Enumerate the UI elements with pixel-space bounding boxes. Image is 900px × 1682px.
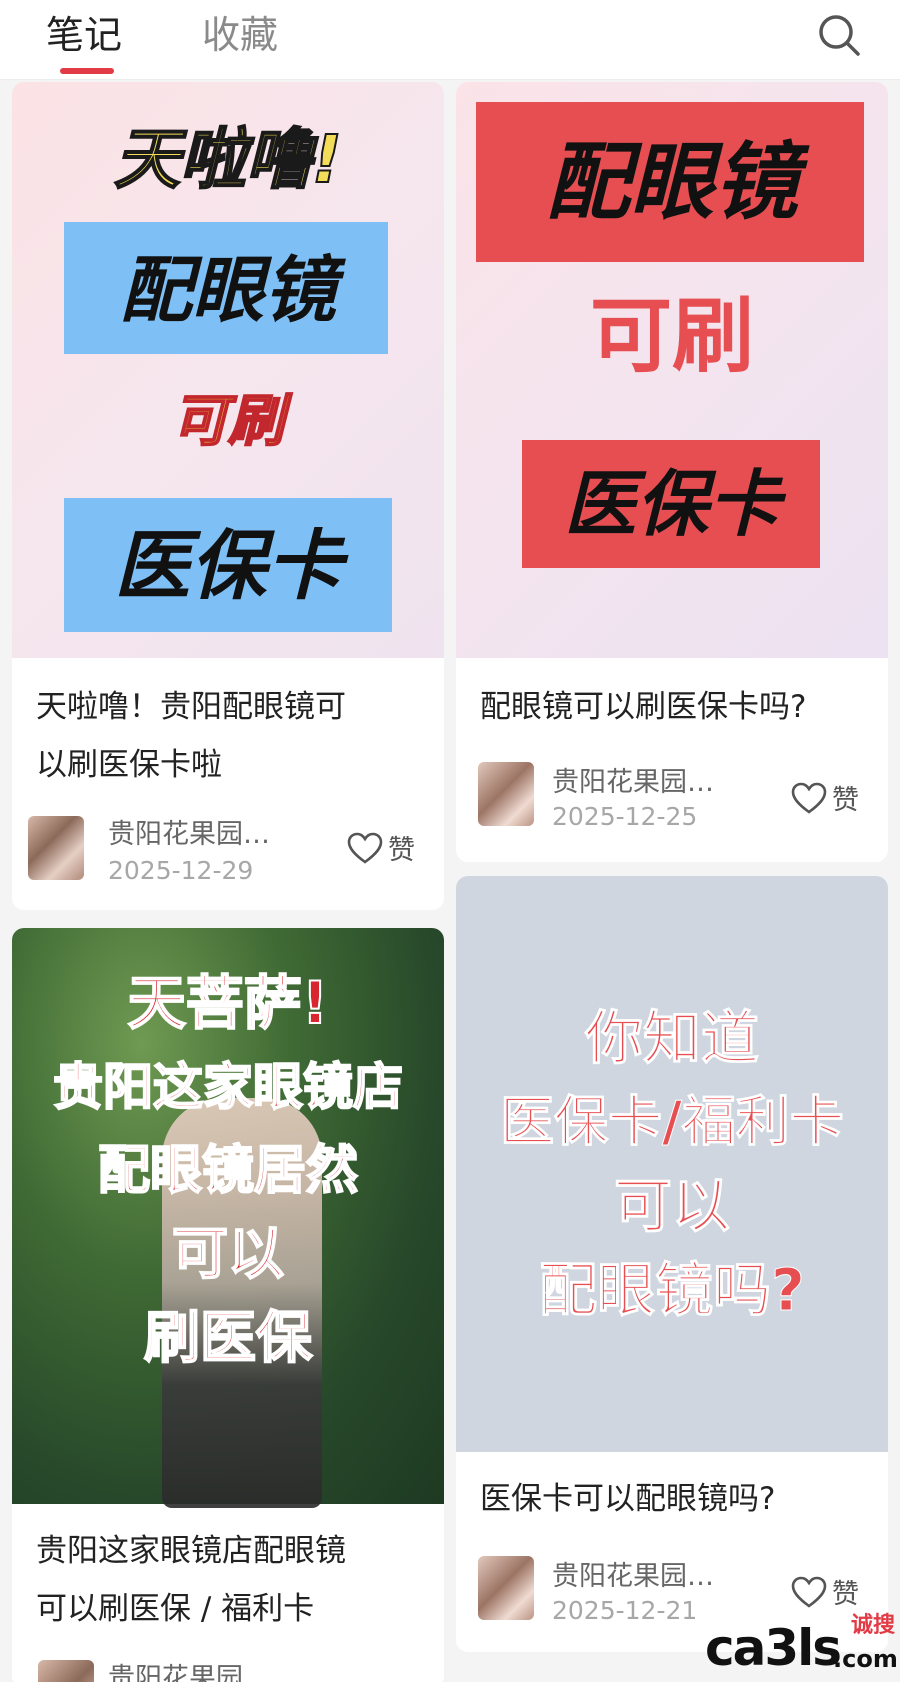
watermark-cn: 诚搜 <box>851 1613 896 1638</box>
note-cover-image[interactable]: 配眼镜 可刷 医保卡 <box>456 82 888 658</box>
search-button[interactable] <box>816 12 864 60</box>
heart-icon <box>791 1576 827 1608</box>
poster-text: 天菩萨! <box>127 968 329 1038</box>
note-title: 天啦噜！贵阳配眼镜可 <box>36 689 346 725</box>
poster-text: 医保卡/福利卡 <box>500 1090 845 1154</box>
poster-text: 刷医保 <box>143 1305 313 1372</box>
poster-text: 配眼镜 <box>545 133 798 231</box>
note-card[interactable]: 配眼镜 可刷 医保卡 配眼镜可以刷医保卡吗? 贵阳花果园… 2025-12-25… <box>456 82 888 862</box>
note-title: 贵阳这家眼镜店配眼镜 <box>36 1533 346 1569</box>
like-label: 赞 <box>832 1579 859 1610</box>
poster-text: 天啦噜! <box>113 120 343 199</box>
poster-text: 医保卡 <box>563 462 780 546</box>
author-avatar[interactable] <box>38 1660 94 1682</box>
search-icon <box>819 15 860 56</box>
watermark-brand: ca3ls <box>705 1619 842 1677</box>
note-title: 可以刷医保 / 福利卡 <box>36 1591 315 1627</box>
poster-text: 可刷 <box>171 388 285 455</box>
poster-text: 你知道 <box>584 1004 759 1073</box>
note-title: 医保卡可以配眼镜吗? <box>480 1481 776 1517</box>
poster-text: 可以 <box>613 1172 730 1241</box>
author-name[interactable]: 贵阳花果园… <box>552 1554 714 1593</box>
note-title: 配眼镜可以刷医保卡吗? <box>480 689 807 725</box>
like-button[interactable]: 赞 <box>346 828 415 867</box>
heart-icon <box>791 782 827 814</box>
post-date: 2025-12-25 <box>552 802 698 831</box>
tab-notes[interactable]: 笔记 <box>46 10 122 60</box>
poster-text: 配眼镜 <box>119 248 336 332</box>
poster-text: 配眼镜吗? <box>539 1256 806 1325</box>
poster-text: 配眼镜居然 <box>97 1140 359 1202</box>
post-date: 2025-12-29 <box>108 856 254 885</box>
author-avatar[interactable] <box>478 762 534 826</box>
like-label: 赞 <box>388 835 415 866</box>
poster-text: 可刷 <box>589 289 754 384</box>
watermark-logo: ca3ls 诚搜 .com <box>705 1612 900 1682</box>
like-button[interactable]: 赞 <box>790 1572 859 1611</box>
poster-text: 可以 <box>171 1221 285 1288</box>
tab-favorites[interactable]: 收藏 <box>202 10 278 60</box>
poster-text: 贵阳这家眼镜店 <box>52 1057 404 1117</box>
like-button[interactable]: 赞 <box>790 778 859 817</box>
author-avatar[interactable] <box>478 1556 534 1620</box>
post-date: 2025-12-21 <box>552 1596 698 1625</box>
top-tab-bar: 笔记 收藏 <box>0 0 900 80</box>
author-avatar[interactable] <box>28 816 84 880</box>
note-cover-image[interactable]: 你知道 医保卡/福利卡 可以 配眼镜吗? <box>456 876 888 1452</box>
author-name[interactable]: 贵阳花果园… <box>552 760 714 799</box>
note-cover-image[interactable]: 天啦噜! 配眼镜 可刷 医保卡 <box>12 82 444 658</box>
note-card[interactable]: 天菩萨! 贵阳这家眼镜店 配眼镜居然 可以 刷医保 贵阳这家眼镜店配眼镜 可以刷… <box>12 928 444 1682</box>
like-label: 赞 <box>832 785 859 816</box>
note-title: 以刷医保卡啦 <box>36 747 222 783</box>
heart-icon <box>347 832 383 864</box>
note-card[interactable]: 天啦噜! 配眼镜 可刷 医保卡 天啦噜！贵阳配眼镜可 以刷医保卡啦 贵阳花果园…… <box>12 82 444 910</box>
watermark-suffix: .com <box>833 1645 898 1673</box>
author-name[interactable]: 贵阳花果园 <box>108 1656 243 1682</box>
note-card[interactable]: 你知道 医保卡/福利卡 可以 配眼镜吗? 医保卡可以配眼镜吗? 贵阳花果园… 2… <box>456 876 888 1652</box>
poster-text: 医保卡 <box>114 521 342 610</box>
active-tab-indicator <box>60 68 114 74</box>
author-name[interactable]: 贵阳花果园… <box>108 812 270 851</box>
note-cover-image[interactable]: 天菩萨! 贵阳这家眼镜店 配眼镜居然 可以 刷医保 <box>12 928 444 1508</box>
